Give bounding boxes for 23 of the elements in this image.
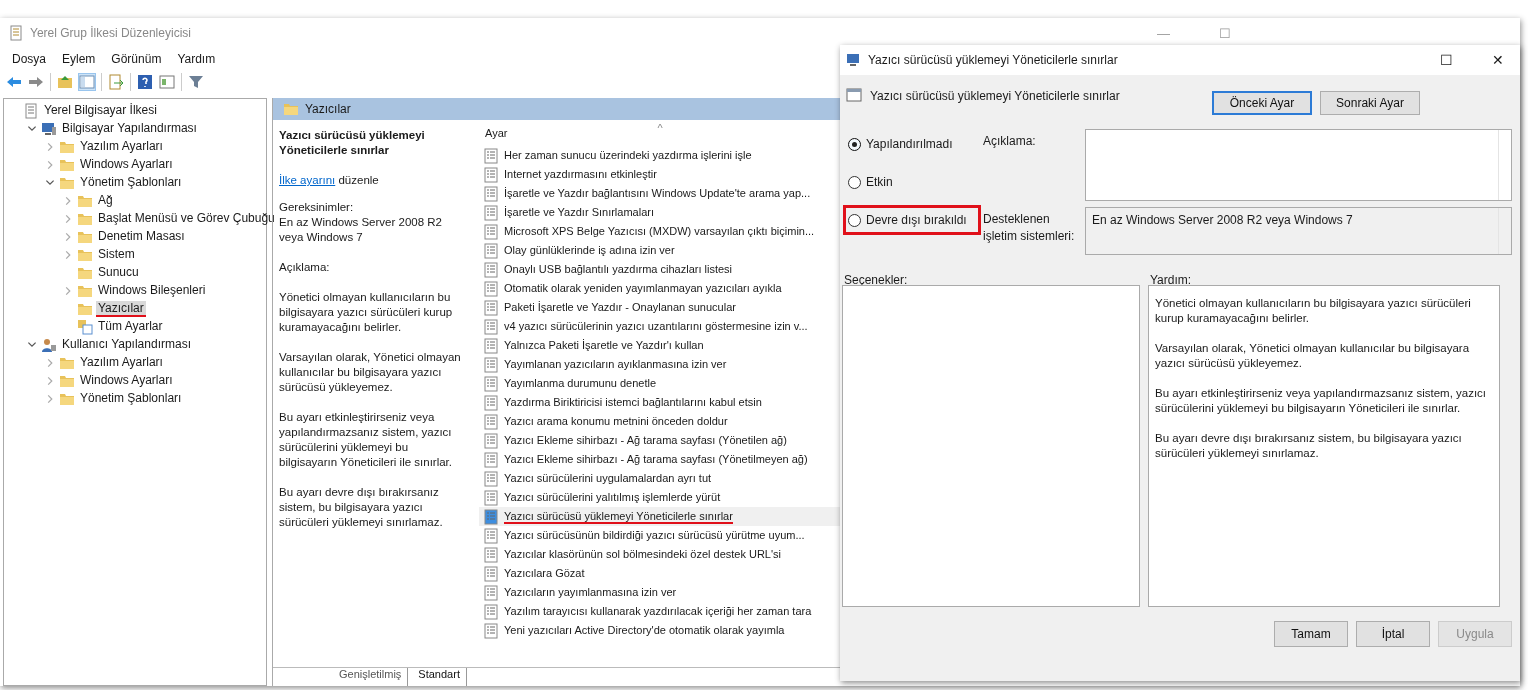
supported-label: Desteklenen işletim sistemleri: [983, 211, 1076, 245]
supported-field: En az Windows Server 2008 R2 veya Windows 7 [1085, 207, 1512, 255]
help-text: Bu ayarı devre dışı bırakırsanız sistem, bu bilgisayara yazıcı sürücüleri yüklemeyi sınırlamaz. [1155, 431, 1463, 461]
options-label: Seçenekler: [844, 273, 909, 285]
dialog-title: Yazıcı sürücüsü yüklemeyi Yöneticilerle sınırlar [868, 53, 1118, 67]
setting-name: Yazıcı sürücüsü yüklemeyi Yöneticilerle sınırlar [870, 89, 1120, 103]
description-text: Yönetici olmayan kullanıcıların bu bilgisayara yazıcı sürücüleri kurup kuramayacağını belirler. [279, 290, 454, 335]
requirements-text: En az Windows Server 2008 R2 veya Windows 7 [279, 215, 443, 245]
description-text: Varsayılan olarak, Yönetici olmayan kullanıcılar bu bilgisayara yazıcı sürücüsü yükleyemez. [279, 350, 462, 395]
help-text: Varsayılan olarak, Yönetici olmayan kullanıcılar bu bilgisayara yazıcı sürücüsü yükleyemez. [1155, 341, 1471, 371]
description-text: Bu ayarı etkinleştirirseniz veya yapılandırmazsanız sistem, yazıcı sürücülerini yüklemeyi bu bilgisayarın Yöneticileri ile sınırlar. [279, 410, 453, 470]
description-text: Bu ayarı devre dışı bırakırsanız sistem, bu bilgisayara yazıcı sürücüleri yüklemeyi sınırlamaz. [279, 485, 444, 530]
help-text: Bu ayarı etkinleştirirseniz veya yapılandırmazsanız sistem, yazıcı sürücülerini yüklemeyi bu bilgisayarın Yöneticileri ile sınırlar. [1155, 386, 1488, 416]
help-label: Yardım: [1150, 273, 1192, 285]
requirements-label: Gereksinimler: [279, 200, 355, 215]
comment-label: Açıklama: [983, 133, 1037, 150]
description-label: Açıklama: [279, 260, 331, 275]
help-text: Yönetici olmayan kullanıcıların bu bilgisayara yazıcı sürücüleri kurup kuramayacağını belirler. [1155, 296, 1472, 326]
window-title: Yerel Grup İlkesi Düzenleyicisi [30, 26, 191, 40]
setting-title: Yazıcı sürücüsü yüklemeyi Yöneticilerle sınırlar [279, 128, 426, 158]
sort-indicator: ^ [657, 122, 663, 134]
edit-text: düzenle [338, 174, 379, 186]
panel-title: Yazıcılar [305, 102, 351, 116]
